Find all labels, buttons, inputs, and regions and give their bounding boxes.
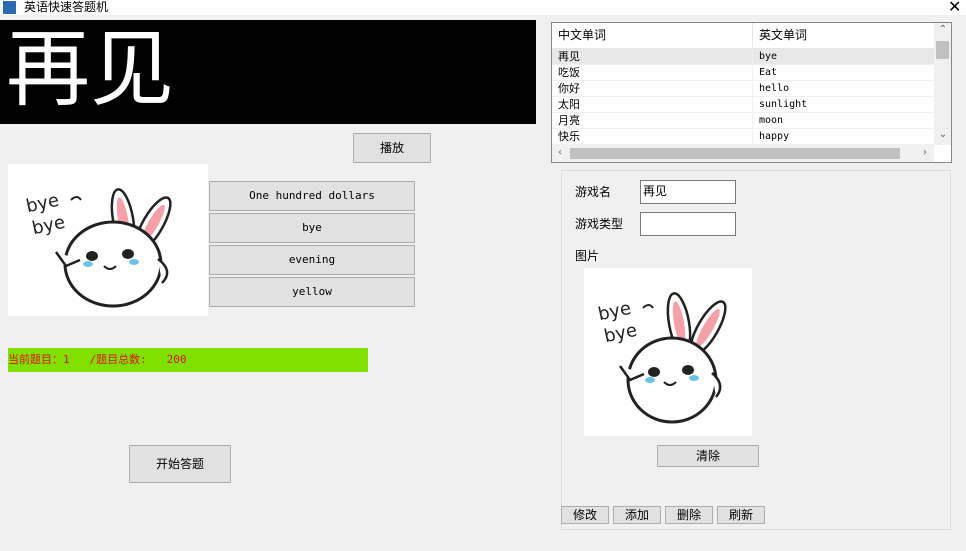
horizontal-scroll-thumb[interactable] — [570, 148, 900, 159]
add-button[interactable]: 添加 — [613, 506, 661, 524]
column-header-english[interactable]: 英文单词 — [753, 23, 934, 48]
preview-image: bye bye — [584, 268, 752, 436]
start-quiz-button[interactable]: 开始答题 — [129, 445, 231, 483]
game-name-input[interactable]: 再见 — [640, 180, 736, 204]
cell-chinese: 快乐 — [552, 129, 753, 145]
clear-button[interactable]: 清除 — [657, 445, 759, 467]
scroll-down-icon[interactable]: ⌄ — [936, 128, 950, 142]
refresh-button[interactable]: 刷新 — [717, 506, 765, 524]
bunny-image: bye bye — [8, 164, 208, 316]
scroll-right-icon[interactable]: › — [918, 146, 932, 160]
modify-button[interactable]: 修改 — [561, 506, 609, 524]
list-row[interactable]: 你好 hello — [552, 81, 934, 97]
list-header: 中文单词 英文单词 — [552, 23, 934, 49]
game-name-label: 游戏名 — [575, 185, 612, 199]
list-row[interactable]: 再见 bye — [552, 49, 934, 65]
vertical-scroll-thumb[interactable] — [936, 41, 949, 59]
cell-english: moon — [759, 115, 784, 126]
list-row[interactable]: 月亮 moon — [552, 113, 934, 129]
cell-chinese: 你好 — [552, 81, 753, 97]
option-button-1[interactable]: One hundred dollars — [209, 181, 415, 211]
delete-button[interactable]: 删除 — [665, 506, 713, 524]
horizontal-scrollbar[interactable]: ‹ › — [552, 145, 934, 162]
option-button-2[interactable]: bye — [209, 213, 415, 243]
cell-chinese: 太阳 — [552, 97, 753, 113]
scroll-left-icon[interactable]: ‹ — [553, 146, 567, 160]
bunny-illustration: bye bye — [596, 292, 727, 424]
cell-chinese: 吃饭 — [552, 65, 753, 81]
list-row[interactable]: 快乐 happy — [552, 129, 934, 145]
list-row[interactable]: 太阳 sunlight — [552, 97, 934, 113]
list-row[interactable]: 吃饭 Eat — [552, 65, 934, 81]
app-icon — [3, 1, 16, 14]
progress-status: 当前题目：1 /题目总数: 200 — [8, 348, 368, 372]
vertical-scrollbar[interactable]: ⌃ ⌄ — [934, 23, 951, 145]
cell-english: sunlight — [759, 99, 808, 110]
picture-label: 图片 — [575, 249, 600, 263]
cell-english: happy — [759, 131, 790, 142]
cell-english: Eat — [759, 67, 778, 78]
current-word: 再见 — [6, 20, 175, 118]
option-button-3[interactable]: evening — [209, 245, 415, 275]
scroll-up-icon[interactable]: ⌃ — [936, 23, 950, 37]
cell-english: bye — [759, 51, 778, 62]
column-header-chinese[interactable]: 中文单词 — [552, 23, 753, 48]
cell-chinese: 再见 — [552, 49, 753, 65]
close-icon[interactable]: ✕ — [948, 0, 961, 16]
cell-english: hello — [759, 83, 790, 94]
option-button-4[interactable]: yellow — [209, 277, 415, 307]
word-list-view[interactable]: 中文单词 英文单词 再见 bye 吃饭 Eat 你好 hello 太阳 sunl… — [551, 22, 952, 163]
svg-text:bye: bye — [30, 212, 67, 239]
word-display-panel: 再见 — [0, 20, 536, 124]
svg-text:bye: bye — [602, 320, 639, 347]
title-bar: 英语快速答题机 ✕ — [0, 0, 966, 16]
game-type-input[interactable] — [640, 212, 736, 236]
game-type-label: 游戏类型 — [575, 217, 624, 231]
cell-chinese: 月亮 — [552, 113, 753, 129]
play-button[interactable]: 播放 — [353, 133, 431, 163]
window-title: 英语快速答题机 — [24, 0, 109, 14]
bunny-illustration: bye bye — [24, 188, 172, 308]
